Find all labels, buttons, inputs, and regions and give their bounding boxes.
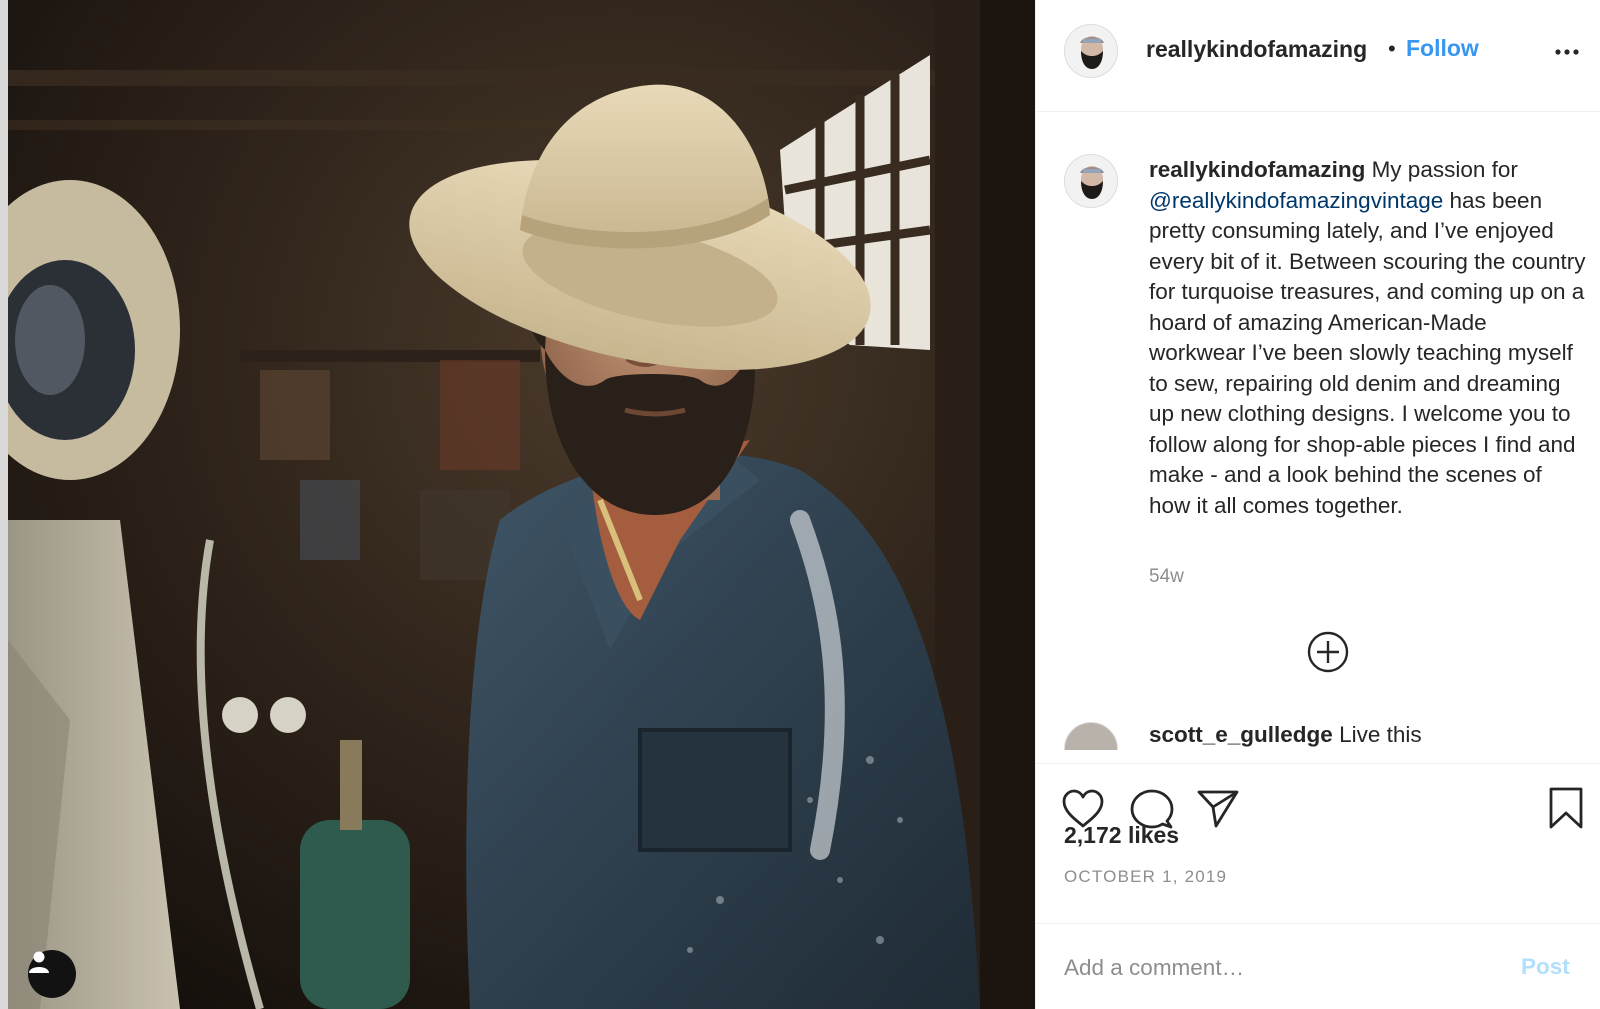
paper-plane-icon — [1197, 790, 1239, 828]
add-comment-bar: Post — [1036, 923, 1600, 1009]
save-button[interactable] — [1548, 786, 1584, 835]
avatar-image — [1065, 25, 1117, 77]
more-options-icon — [1555, 49, 1579, 55]
tagged-users-button[interactable] — [28, 950, 76, 998]
caption-age: 54w — [1149, 566, 1184, 587]
post-photo-illustration — [0, 0, 1035, 1009]
post-caption: reallykindofamazing My passion for @real… — [1149, 155, 1589, 521]
comment-input[interactable] — [1064, 948, 1504, 988]
plus-circle-icon — [1307, 631, 1349, 673]
comment-item: scott_e_gulledge Live this — [1064, 722, 1600, 750]
follow-button[interactable]: Follow — [1406, 35, 1479, 62]
comment-text: scott_e_gulledge Live this — [1149, 722, 1422, 748]
commenter-username[interactable]: scott_e_gulledge — [1149, 722, 1333, 747]
user-tag-icon — [29, 951, 49, 973]
avatar-image — [1065, 155, 1117, 207]
author-username[interactable]: reallykindofamazing — [1146, 36, 1367, 63]
post-date: OCTOBER 1, 2019 — [1064, 867, 1228, 886]
comment-body: Live this — [1332, 722, 1422, 747]
more-options-button[interactable] — [1552, 40, 1584, 64]
author-avatar[interactable] — [1064, 24, 1118, 78]
post-comment-button[interactable]: Post — [1521, 954, 1570, 980]
post-actions: 2,172 likes OCTOBER 1, 2019 — [1036, 763, 1600, 923]
load-more-comments-button[interactable] — [1306, 630, 1350, 674]
post-image[interactable] — [0, 0, 1035, 1009]
commenter-avatar[interactable] — [1064, 722, 1118, 750]
comments-section: reallykindofamazing My passion for @real… — [1036, 113, 1600, 763]
bookmark-icon — [1549, 787, 1583, 829]
caption-author-avatar[interactable] — [1064, 154, 1118, 208]
caption-text-after: has been pretty consuming lately, and I’… — [1149, 187, 1586, 518]
caption-text-before: My passion for — [1365, 157, 1518, 182]
image-edge — [0, 0, 8, 1009]
share-button[interactable] — [1196, 788, 1240, 835]
caption-username[interactable]: reallykindofamazing — [1149, 157, 1365, 182]
post-header: reallykindofamazing • Follow — [1036, 0, 1600, 112]
likes-count[interactable]: 2,172 likes — [1064, 822, 1179, 849]
post-details-panel: reallykindofamazing • Follow reallykindo… — [1035, 0, 1600, 1009]
header-separator: • — [1388, 36, 1396, 61]
caption-mention-link[interactable]: @reallykindofamazingvintage — [1149, 188, 1443, 213]
